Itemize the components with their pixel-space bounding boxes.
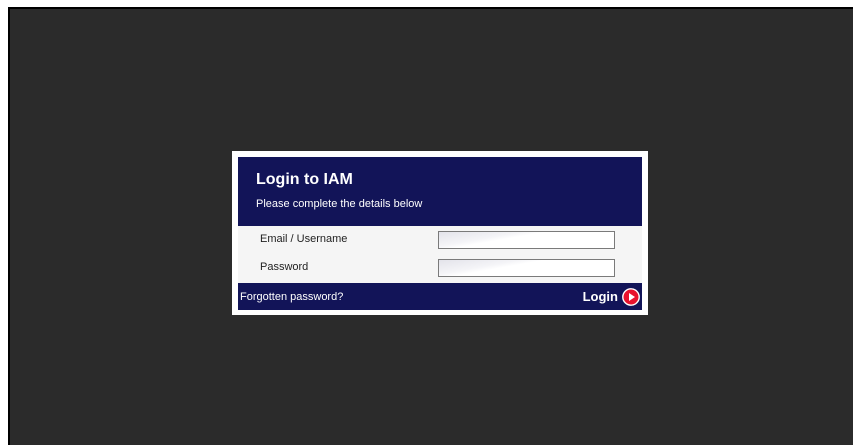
- screen-background: Login to IAM Please complete the details…: [8, 7, 853, 445]
- login-button[interactable]: Login: [583, 287, 640, 306]
- login-button-label: Login: [582, 289, 618, 304]
- dialog-header: Login to IAM Please complete the details…: [238, 157, 642, 226]
- login-dialog: Login to IAM Please complete the details…: [232, 151, 648, 315]
- forgot-password-link[interactable]: Forgotten password?: [240, 291, 343, 303]
- password-label: Password: [260, 261, 309, 273]
- dialog-title: Login to IAM: [256, 171, 353, 188]
- dialog-subtitle: Please complete the details below: [256, 198, 423, 210]
- email-row: Email / Username: [238, 226, 642, 254]
- password-input[interactable]: [438, 259, 615, 277]
- login-form: Email / Username Password: [238, 226, 642, 283]
- play-circle-icon: [622, 287, 640, 306]
- dialog-footer: Forgotten password? Login: [238, 283, 642, 310]
- email-label: Email / Username: [260, 233, 348, 245]
- email-input[interactable]: [438, 231, 615, 249]
- password-row: Password: [238, 254, 642, 282]
